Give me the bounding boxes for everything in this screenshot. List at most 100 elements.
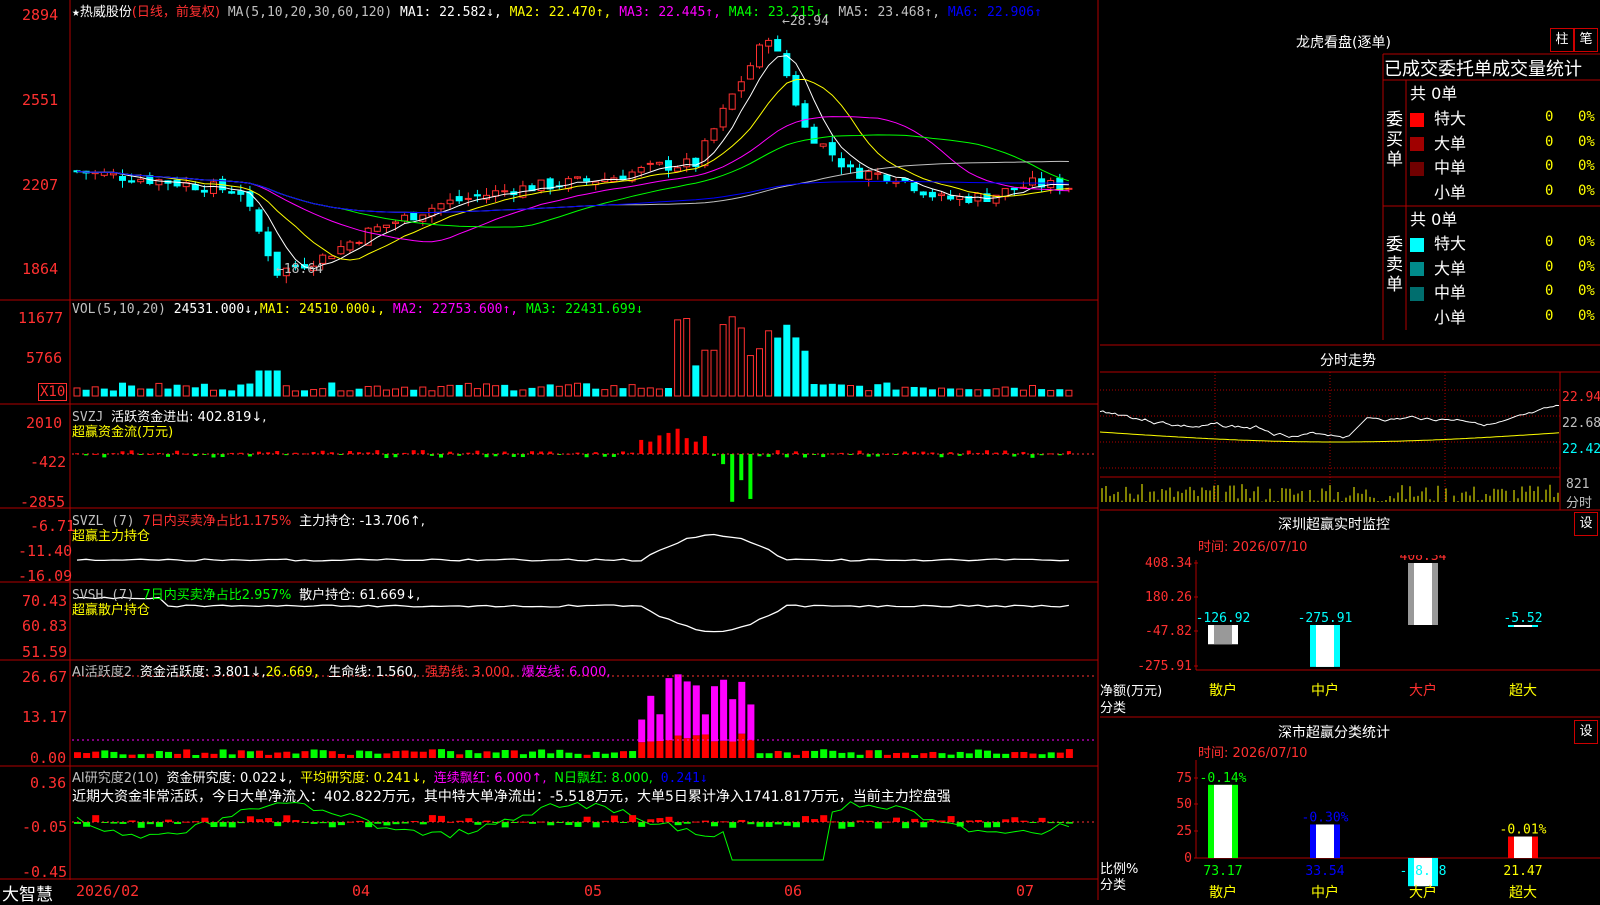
research-bar	[838, 822, 846, 829]
candle	[728, 93, 736, 111]
volume-bar	[401, 386, 409, 397]
order-row-特大: 特大	[1410, 105, 1466, 129]
activity-bar	[720, 740, 728, 758]
res-tick-3: -0.45	[22, 863, 68, 881]
volume-bar	[364, 385, 372, 397]
activity-bar	[392, 751, 400, 758]
bar-value-label: -126.92	[1196, 611, 1251, 626]
research-bar	[792, 822, 800, 828]
bar-y-tick: 0	[1184, 851, 1192, 866]
activity-bar-hot	[692, 685, 700, 736]
low-label: ←18.64	[276, 262, 323, 277]
volume-bar	[128, 385, 136, 397]
activity-bar	[738, 733, 746, 758]
svzj-title: 超赢资金流(万元)	[72, 425, 174, 440]
activity-bar	[993, 753, 1001, 758]
color-swatch	[1410, 112, 1424, 127]
svzj-bar	[803, 454, 807, 458]
volume-bar	[765, 330, 773, 397]
minute-chart[interactable]	[1100, 372, 1600, 510]
y-tick-4: 1864	[22, 260, 59, 278]
activity-bar	[219, 749, 227, 758]
star-icon[interactable]: ★	[72, 5, 80, 20]
svzj-bar	[739, 454, 744, 481]
research-bar	[583, 816, 591, 822]
pen-view-button[interactable]: 笔	[1574, 28, 1598, 52]
volume-bar	[273, 370, 281, 397]
buy-label: 委买单	[1386, 110, 1403, 170]
candle	[974, 191, 982, 207]
activity-bar	[328, 751, 336, 758]
brand-logo[interactable]: 大智慧	[2, 880, 53, 905]
main-chart-area[interactable]: 2894 2551 2207 1864 ★热威股份(日线，前复权) MA(5,1…	[0, 0, 1100, 905]
volume-bar	[200, 383, 208, 397]
activity-bar	[883, 754, 891, 758]
activity-bar	[711, 741, 718, 758]
volume-bar	[428, 390, 436, 397]
bar-highlight	[1316, 824, 1334, 858]
activity-bar	[838, 752, 846, 758]
volume-bar	[865, 390, 873, 397]
kline-svg[interactable]	[0, 0, 1100, 900]
bar-view-button[interactable]: 柱	[1550, 28, 1574, 52]
volume-bar	[537, 386, 545, 397]
research-bar	[993, 822, 1001, 828]
activity-bar	[811, 750, 819, 758]
research-bar	[438, 815, 445, 822]
volume-bar	[146, 388, 154, 397]
volume-bar	[119, 382, 126, 397]
monitor-settings-button[interactable]: 设	[1574, 512, 1598, 536]
order-row-小单: 小单	[1410, 179, 1466, 203]
volume-bar	[382, 389, 390, 397]
period-label[interactable]: (日线，前复权)	[132, 5, 220, 20]
candle	[737, 76, 745, 98]
order-count: 0	[1545, 234, 1554, 250]
svzj-bar	[102, 454, 107, 458]
volume-bar	[319, 388, 327, 397]
svzj-bar	[411, 450, 416, 454]
svzl-line	[76, 533, 1069, 562]
candle	[783, 49, 791, 78]
research-bar	[711, 822, 718, 827]
candle	[537, 179, 545, 194]
activity-bar	[601, 753, 609, 758]
activity-bar	[920, 753, 928, 758]
activity-bar	[820, 749, 828, 758]
sell-label: 委卖单	[1386, 235, 1403, 295]
candle	[646, 160, 654, 172]
volume-bar	[410, 389, 418, 397]
candle	[574, 176, 581, 180]
order-count: 0	[1545, 307, 1554, 324]
vol-unit-badge: X10	[38, 383, 68, 401]
research-bar	[902, 822, 910, 829]
volume-bar	[355, 388, 363, 397]
volume-bar	[373, 385, 381, 397]
research-bar	[510, 822, 518, 823]
activity-bar	[610, 752, 618, 758]
volume-bar	[910, 386, 918, 397]
bar-超大: -0.01%	[1500, 823, 1547, 858]
candle	[865, 169, 873, 187]
order-pct: 0%	[1578, 234, 1595, 250]
research-bar	[874, 822, 882, 829]
bar-散户: -126.92	[1196, 611, 1251, 645]
activity-bar	[574, 753, 582, 758]
bar-category-label: 大户	[1409, 884, 1437, 900]
candle	[756, 43, 763, 69]
activity-bar	[665, 740, 673, 758]
activity-bar-hot	[701, 714, 709, 735]
svzl-tick-1: -6.71	[30, 517, 76, 535]
volume-bar	[1065, 389, 1073, 397]
volume-bar	[546, 384, 554, 397]
activity-bar	[174, 753, 182, 758]
classify-settings-button[interactable]: 设	[1574, 720, 1598, 744]
activity-bar	[146, 753, 154, 758]
svzl-tick-2: -11.40	[18, 542, 73, 560]
activity-bar	[183, 749, 191, 758]
color-swatch	[1410, 311, 1424, 325]
order-pct: 0%	[1578, 158, 1595, 174]
monitor-title: 深圳超赢实时监控	[1278, 517, 1390, 533]
activity-bar	[902, 752, 910, 758]
activity-bar	[492, 752, 500, 758]
bar-y-tick: -275.91	[1137, 659, 1192, 674]
